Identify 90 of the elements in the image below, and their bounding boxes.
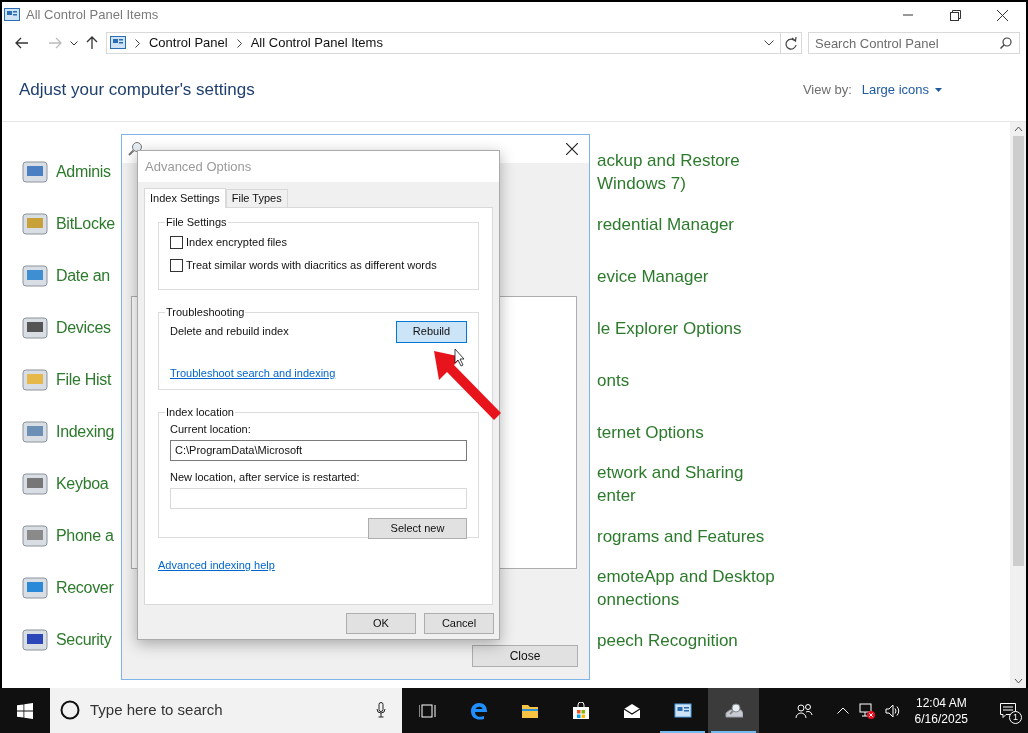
notification-badge: 1 <box>1009 710 1022 724</box>
restore-icon <box>949 9 961 21</box>
control-panel-icon <box>673 701 692 720</box>
applet-link[interactable]: le Explorer Options <box>597 316 742 340</box>
task-view-icon <box>418 701 437 720</box>
search-circle-icon <box>60 700 80 720</box>
chevron-up-icon[interactable] <box>836 707 849 714</box>
search-icon <box>1000 37 1012 49</box>
mouse-cursor-icon <box>454 348 465 367</box>
current-location-field[interactable]: C:\ProgramData\Microsoft <box>170 439 467 461</box>
help-link[interactable]: Advanced indexing help <box>158 557 275 574</box>
message-icon <box>1000 703 1016 718</box>
control-panel-icon <box>4 8 20 22</box>
applet-link[interactable]: File Hist <box>56 368 112 392</box>
page-heading: Adjust your computer's settings <box>19 78 255 101</box>
breadcrumb[interactable]: All Control Panel Items <box>250 33 383 53</box>
chevron-down-icon <box>69 40 78 46</box>
applet-link[interactable]: peech Recognition <box>597 628 738 652</box>
caret-icon <box>935 87 942 92</box>
time-text: 12:04 AM <box>915 694 967 711</box>
applet-link[interactable]: onts <box>597 368 630 392</box>
troubleshoot-link[interactable]: Troubleshoot search and indexing <box>170 364 336 381</box>
close-icon <box>566 143 578 155</box>
group-label: File Settings <box>165 215 228 230</box>
group-label: Troubleshooting <box>165 305 246 320</box>
applet-link[interactable]: Date an <box>56 264 110 288</box>
date-text: 6/16/2025 <box>914 710 968 727</box>
microphone-icon[interactable] <box>376 702 386 718</box>
applet-link[interactable]: Devices <box>56 316 111 340</box>
close-dialog-button[interactable]: Close <box>472 645 578 667</box>
rebuild-button[interactable]: Rebuild <box>396 320 467 343</box>
scrollbar[interactable] <box>1010 122 1026 688</box>
windows-logo-icon <box>17 702 33 719</box>
tab[interactable]: Index Settings <box>144 188 226 208</box>
applet-link[interactable]: etwork and Sharing enter <box>597 461 744 507</box>
taskbar-app-button[interactable] <box>708 688 759 733</box>
control-panel-icon <box>109 36 126 50</box>
new-location-field[interactable] <box>170 488 467 509</box>
dialog-button[interactable]: Cancel <box>424 613 494 634</box>
taskbar-search-field[interactable]: Type here to search <box>50 688 402 733</box>
applet-link[interactable]: Phone a <box>56 524 114 548</box>
close-icon <box>996 9 1008 21</box>
applet-link[interactable]: Indexing <box>56 420 115 444</box>
description-text: Delete and rebuild index <box>170 324 289 340</box>
notifications-button[interactable]: 1 <box>996 698 1020 723</box>
view-by-dropdown[interactable]: Large icons <box>861 79 942 100</box>
arrow-right-icon <box>48 37 63 49</box>
envelope-icon <box>622 701 641 720</box>
arrow-up-icon <box>86 36 99 50</box>
applet-link[interactable]: ternet Options <box>597 420 704 444</box>
applet-link[interactable]: emoteApp and Desktop onnections <box>597 565 775 611</box>
search-field[interactable]: Search Control Panel <box>808 32 1020 54</box>
magnifier-drive-icon <box>724 701 743 720</box>
select-new-button[interactable]: Select new <box>368 517 467 539</box>
chevron-down-icon[interactable] <box>763 40 774 46</box>
shopping-bag-icon <box>571 701 590 720</box>
field-label: Current location: <box>170 421 252 437</box>
checkbox[interactable] <box>170 235 183 249</box>
field-label: New location, after service is restarted: <box>170 470 361 485</box>
applet-link[interactable]: rograms and Features <box>597 524 765 548</box>
checkbox[interactable] <box>170 258 183 272</box>
applet-link[interactable]: Adminis <box>56 160 111 184</box>
applet-link[interactable]: redential Manager <box>597 212 735 236</box>
people-icon[interactable] <box>794 702 813 719</box>
applet-link[interactable]: ackup and Restore Windows 7) <box>597 149 740 195</box>
applet-link[interactable]: Security <box>56 628 112 652</box>
arrow-left-icon <box>14 37 29 49</box>
dialog-title: Advanced Options <box>145 157 252 176</box>
clock[interactable]: 12:04 AM 6/16/2025 <box>910 694 972 727</box>
browser-icon <box>469 701 488 720</box>
dialog-button[interactable]: OK <box>346 613 416 634</box>
checkbox-label: Index encrypted files <box>186 234 287 250</box>
group-label: Index location <box>165 405 235 420</box>
refresh-button[interactable] <box>780 32 802 54</box>
refresh-icon <box>784 36 797 50</box>
pointer-arrow <box>434 351 501 420</box>
checkbox-label: Treat similar words with diacritics as different words <box>186 257 437 273</box>
network-disconnected-icon[interactable] <box>858 702 875 719</box>
breadcrumb[interactable]: Control Panel <box>148 33 228 53</box>
applet-link[interactable]: evice Manager <box>597 264 709 288</box>
tab[interactable]: File Types <box>225 189 288 207</box>
window-title: All Control Panel Items <box>26 6 159 25</box>
view-by-label: View by: <box>802 80 852 99</box>
chevron-right-icon[interactable] <box>134 38 140 48</box>
applet-link[interactable]: BitLocke <box>56 212 115 236</box>
applet-link[interactable]: Keyboa <box>56 472 109 496</box>
chevron-right-icon[interactable] <box>236 38 242 48</box>
speaker-icon[interactable] <box>884 703 901 718</box>
address-bar[interactable]: Control Panel All Control Panel Items <box>105 32 781 54</box>
applet-link[interactable]: Recover <box>56 576 114 600</box>
